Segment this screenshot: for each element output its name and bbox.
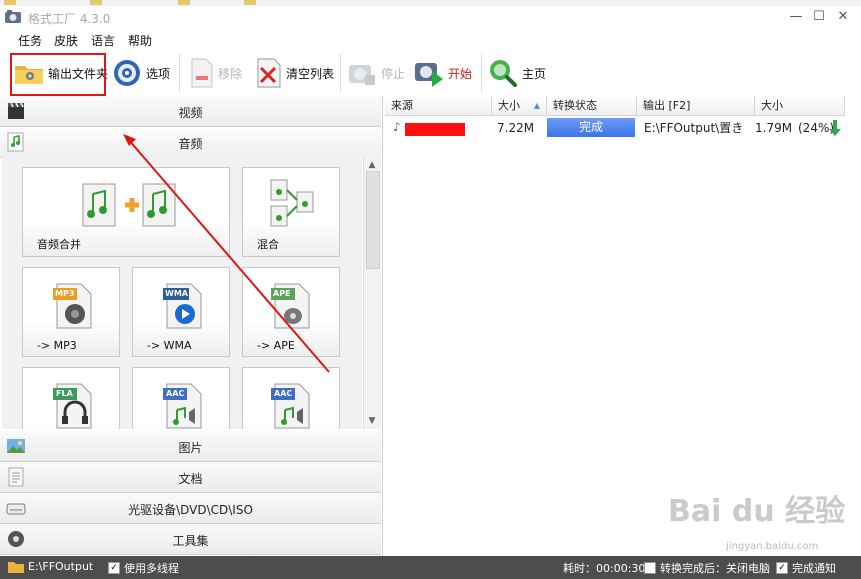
checkbox-checked-icon: ✓	[776, 562, 788, 574]
row-status-badge: 完成	[547, 118, 635, 137]
elapsed-time: 耗时：00:00:30	[563, 560, 645, 576]
multithread-label: 使用多线程	[124, 562, 179, 575]
baidu-watermark: Bai du 经验	[668, 494, 846, 529]
column-header-status[interactable]: 转换状态	[547, 96, 637, 116]
checkbox-unchecked-icon	[644, 562, 656, 574]
output-path-indicator[interactable]: E:\FFOutput	[8, 560, 93, 573]
shutdown-label: 转换完成后：关闭电脑	[660, 562, 770, 575]
redacted-filename	[405, 123, 465, 136]
column-header-size[interactable]: 大小 ▲	[492, 96, 547, 116]
multithread-checkbox[interactable]: ✓ 使用多线程	[108, 560, 179, 576]
status-bar: E:\FFOutput ✓ 使用多线程 耗时：00:00:30 转换完成后：关闭…	[0, 556, 861, 579]
output-path-text: E:\FFOutput	[28, 560, 94, 573]
elapsed-time-text: 耗时：00:00:30	[563, 562, 646, 575]
row-output-path: E:\FFOutput\置き	[644, 121, 744, 135]
row-output-size: 1.79M	[755, 121, 793, 135]
column-header-source[interactable]: 来源	[385, 96, 492, 116]
row-size: 7.22M	[497, 121, 535, 135]
download-arrow-icon	[829, 120, 841, 136]
sort-ascending-icon: ▲	[533, 101, 540, 110]
column-header-output[interactable]: 输出 [F2]	[637, 96, 755, 116]
music-file-icon: ♪	[393, 120, 401, 134]
table-row[interactable]: ♪ 7.22M 完成 E:\FFOutput\置き 1.79M (24%)	[385, 118, 847, 138]
column-header-size-label: 大小	[498, 99, 520, 112]
column-header-output-size[interactable]: 大小	[755, 96, 845, 116]
notify-checkbox[interactable]: ✓ 完成通知	[776, 560, 836, 576]
shutdown-after-done-checkbox[interactable]: 转换完成后：关闭电脑	[644, 560, 770, 576]
baidu-watermark-url: jingyan.baidu.com	[726, 541, 819, 552]
folder-small-icon	[8, 561, 24, 573]
checkbox-checked-icon: ✓	[108, 562, 120, 574]
notify-label: 完成通知	[792, 562, 836, 575]
